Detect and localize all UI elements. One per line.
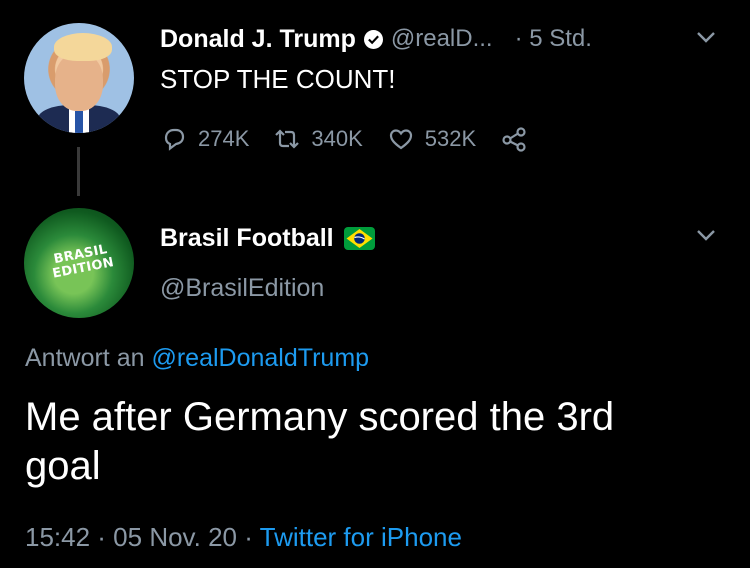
reply-icon (164, 128, 185, 151)
brasil-football-avatar[interactable]: BRASIL EDITION (24, 208, 134, 318)
reply-button[interactable]: 274K (160, 125, 249, 153)
reply-to-label: Antwort an (25, 344, 145, 372)
reply-to-handle[interactable]: @realDonaldTrump (151, 344, 369, 372)
tweet-header: Donald J. Trump @realD... · 5 Std. (160, 22, 592, 56)
reply-meta: 15:42 · 05 Nov. 20 · Twitter for iPhone (25, 522, 462, 553)
tweet-text: STOP THE COUNT! (160, 64, 396, 94)
verified-badge-icon (363, 29, 383, 49)
like-button[interactable]: 532K (387, 125, 476, 153)
reply-text: Me after Germany scored the 3rd goal (25, 393, 614, 491)
tweet-time[interactable]: · 5 Std. (515, 25, 592, 53)
tweet-handle[interactable]: @realD... (391, 25, 493, 53)
trump-avatar[interactable] (24, 23, 134, 133)
reply-author-name[interactable]: Brasil Football (160, 224, 334, 253)
reply-header: Brasil Football (160, 221, 375, 255)
avatar-tie (75, 111, 83, 133)
share-button[interactable] (500, 125, 528, 153)
tweet-actions: 274K 340K 532K (160, 125, 528, 153)
reply-context: Antwort an @realDonaldTrump (25, 344, 369, 373)
reply-chevron-down-icon[interactable] (693, 222, 719, 248)
brasil-edition-logo: BRASIL EDITION (51, 242, 116, 282)
reply-handle[interactable]: @BrasilEdition (160, 274, 324, 303)
reply-timestamp[interactable]: 15:42 · 05 Nov. 20 · (25, 522, 253, 552)
reply-client[interactable]: Twitter for iPhone (260, 522, 462, 552)
like-count: 532K (424, 126, 477, 151)
reply-count: 274K (198, 126, 250, 151)
like-icon (389, 129, 412, 150)
retweet-count: 340K (311, 126, 363, 151)
reply-text-line-1: Me after Germany scored the 3rd (25, 395, 615, 439)
avatar-face (55, 53, 103, 111)
retweet-icon (275, 129, 300, 149)
brazil-flag-icon (343, 226, 375, 250)
tweet-author-name[interactable]: Donald J. Trump (160, 25, 356, 54)
chevron-down-icon[interactable] (693, 24, 719, 50)
thread-line (77, 147, 80, 196)
avatar-hair (54, 33, 112, 61)
share-icon (502, 127, 526, 152)
reply-text-line-2: goal (25, 444, 101, 488)
retweet-button[interactable]: 340K (273, 125, 363, 153)
